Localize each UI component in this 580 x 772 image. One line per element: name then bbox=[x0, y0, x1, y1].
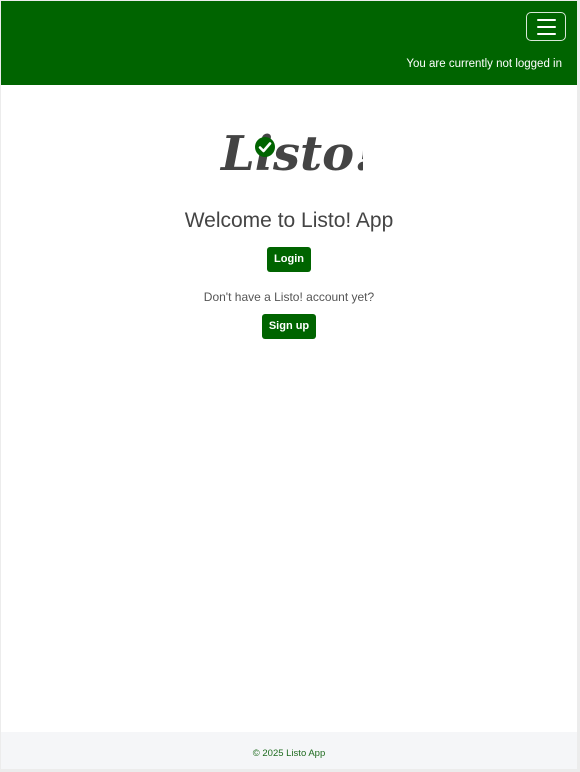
signup-prompt-text: Don't have a Listo! account yet? bbox=[203, 290, 375, 304]
listo-logo: Listo! bbox=[219, 126, 363, 179]
footer: © 2025 Listo App bbox=[1, 732, 577, 769]
footer-copyright: © 2025 Listo App bbox=[252, 748, 326, 759]
app-window: You are currently not logged in Listo! W… bbox=[1, 1, 577, 769]
menu-bar bbox=[536, 25, 556, 28]
menu-bar bbox=[536, 18, 556, 21]
check-circle-icon bbox=[255, 137, 275, 157]
navbar: You are currently not logged in bbox=[1, 1, 577, 85]
hamburger-menu-icon[interactable] bbox=[526, 12, 566, 41]
welcome-heading: Welcome to Listo! App bbox=[184, 209, 394, 232]
login-status-text: You are currently not logged in bbox=[406, 58, 562, 70]
menu-bar bbox=[536, 32, 556, 35]
login-button[interactable]: Login bbox=[267, 247, 311, 272]
logo-text: Listo! bbox=[219, 126, 363, 179]
signup-button[interactable]: Sign up bbox=[262, 314, 316, 339]
